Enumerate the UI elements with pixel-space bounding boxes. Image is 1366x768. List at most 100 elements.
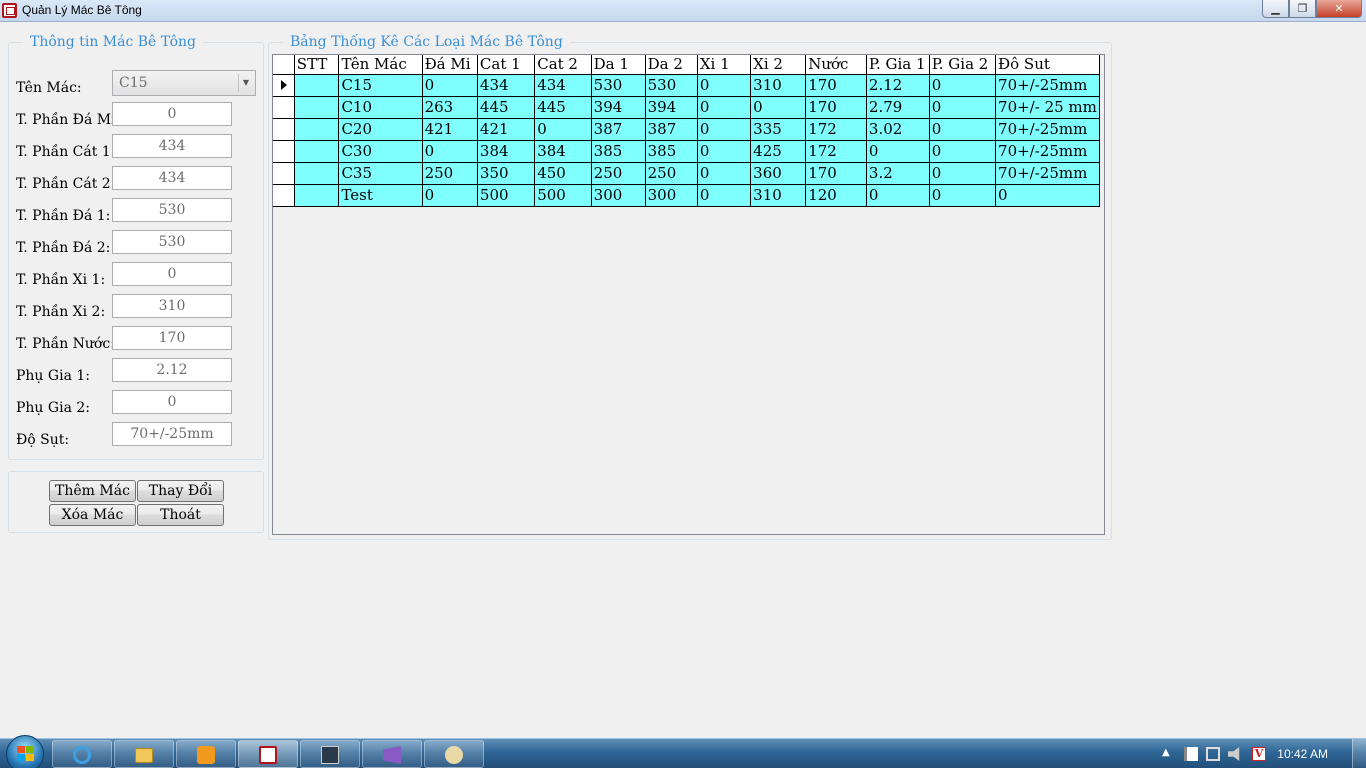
field-input[interactable]: 170 xyxy=(112,326,232,350)
taskbar-media-player[interactable] xyxy=(176,740,236,768)
table-cell[interactable]: 263 xyxy=(421,95,478,119)
table-row[interactable]: C20 421 421 0 387 387 0 335 172 3.02 0 70+/-25mm xyxy=(273,117,1104,141)
table-cell[interactable]: 425 xyxy=(750,139,807,163)
field-input[interactable]: 70+/-25mm xyxy=(112,422,232,446)
column-header[interactable]: P. Gia 2 xyxy=(928,55,997,75)
table-cell[interactable] xyxy=(293,161,340,185)
table-cell[interactable]: 0 xyxy=(928,95,997,119)
column-header[interactable]: Da 2 xyxy=(644,55,698,75)
table-row[interactable]: C30 0 384 384 385 385 0 425 172 0 0 70+/-25mm xyxy=(273,139,1104,163)
table-cell[interactable]: C20 xyxy=(338,117,423,141)
table-cell[interactable]: 250 xyxy=(644,161,698,185)
app-icon[interactable] xyxy=(2,3,17,18)
taskbar-visual-studio[interactable] xyxy=(362,740,422,768)
table-cell[interactable]: 387 xyxy=(590,117,646,141)
table-cell[interactable]: 500 xyxy=(476,183,536,207)
table-cell[interactable]: 0 xyxy=(928,161,997,185)
table-cell[interactable]: 394 xyxy=(644,95,698,119)
table-cell[interactable] xyxy=(293,117,340,141)
column-header[interactable]: Nước xyxy=(805,55,867,75)
table-cell[interactable]: 421 xyxy=(476,117,536,141)
table-cell[interactable]: 384 xyxy=(534,139,592,163)
action-center-flag-icon[interactable] xyxy=(1184,747,1198,761)
row-header[interactable] xyxy=(273,95,295,119)
table-cell[interactable]: 384 xyxy=(476,139,536,163)
column-header[interactable]: Xi 1 xyxy=(696,55,752,75)
column-header[interactable]: Đô Sut xyxy=(995,55,1100,75)
column-header[interactable]: Xi 2 xyxy=(750,55,807,75)
table-cell[interactable]: 300 xyxy=(644,183,698,207)
antivirus-icon[interactable]: V xyxy=(1252,747,1266,761)
table-cell[interactable]: 0 xyxy=(928,117,997,141)
table-cell[interactable]: 310 xyxy=(750,73,807,97)
field-input[interactable]: 434 xyxy=(112,134,232,158)
table-cell[interactable]: 387 xyxy=(644,117,698,141)
table-cell[interactable]: 0 xyxy=(995,183,1100,207)
close-button[interactable]: ✕ xyxy=(1316,0,1362,18)
table-cell[interactable]: 500 xyxy=(534,183,592,207)
ten-mac-combobox[interactable]: C15 ▼ xyxy=(112,70,256,96)
table-cell[interactable]: 70+/-25mm xyxy=(995,117,1100,141)
table-cell[interactable]: 250 xyxy=(590,161,646,185)
table-cell[interactable]: 360 xyxy=(750,161,807,185)
table-cell[interactable]: 250 xyxy=(421,161,478,185)
table-cell[interactable]: 0 xyxy=(750,95,807,119)
table-cell[interactable]: 350 xyxy=(476,161,536,185)
show-desktop-button[interactable] xyxy=(1352,739,1366,768)
column-header[interactable]: Da 1 xyxy=(590,55,646,75)
table-cell[interactable]: 0 xyxy=(696,95,752,119)
table-cell[interactable]: 450 xyxy=(534,161,592,185)
table-cell[interactable]: Test xyxy=(338,183,423,207)
table-cell[interactable] xyxy=(293,95,340,119)
table-cell[interactable]: 0 xyxy=(865,183,930,207)
field-input[interactable]: 434 xyxy=(112,166,232,190)
delete-mac-button[interactable]: Xóa Mác xyxy=(49,504,136,526)
maximize-button[interactable]: ❐ xyxy=(1289,0,1316,18)
network-icon[interactable] xyxy=(1206,747,1220,761)
table-cell[interactable]: 421 xyxy=(421,117,478,141)
minimize-button[interactable]: ▁ xyxy=(1262,0,1289,18)
table-cell[interactable]: 0 xyxy=(421,183,478,207)
show-hidden-icons-icon[interactable]: ▲ xyxy=(1162,747,1176,761)
row-header[interactable] xyxy=(273,73,295,97)
column-header[interactable]: STT xyxy=(293,55,340,75)
table-cell[interactable]: 172 xyxy=(805,117,867,141)
table-cell[interactable]: 3.02 xyxy=(865,117,930,141)
table-cell[interactable]: 394 xyxy=(590,95,646,119)
table-cell[interactable]: 530 xyxy=(644,73,698,97)
table-cell[interactable]: 120 xyxy=(805,183,867,207)
table-cell[interactable]: 445 xyxy=(534,95,592,119)
table-cell[interactable]: 530 xyxy=(590,73,646,97)
table-cell[interactable]: 0 xyxy=(696,73,752,97)
table-cell[interactable]: 0 xyxy=(928,73,997,97)
table-cell[interactable]: 70+/- 25 mm xyxy=(995,95,1100,119)
volume-muted-icon[interactable] xyxy=(1228,747,1240,761)
table-cell[interactable]: 172 xyxy=(805,139,867,163)
taskbar-explorer[interactable] xyxy=(114,740,174,768)
mac-data-grid[interactable]: STT Tên Mác Đá Mi Cat 1 Cat 2 Da 1 Da 2 Xi 1 Xi … xyxy=(272,54,1105,535)
table-cell[interactable]: C30 xyxy=(338,139,423,163)
column-header[interactable]: Tên Mác xyxy=(338,55,423,75)
table-cell[interactable]: 0 xyxy=(696,183,752,207)
field-input[interactable]: 310 xyxy=(112,294,232,318)
row-header[interactable] xyxy=(273,117,295,141)
start-button[interactable] xyxy=(6,735,44,768)
table-cell[interactable]: 70+/-25mm xyxy=(995,139,1100,163)
column-header[interactable]: Đá Mi xyxy=(421,55,478,75)
table-row[interactable]: C10 263 445 445 394 394 0 0 170 2.79 0 70+/- 25 mm xyxy=(273,95,1104,119)
row-header[interactable] xyxy=(273,161,295,185)
table-cell[interactable]: 385 xyxy=(644,139,698,163)
field-input[interactable]: 2.12 xyxy=(112,358,232,382)
table-cell[interactable]: 0 xyxy=(865,139,930,163)
row-header[interactable] xyxy=(273,139,295,163)
table-cell[interactable] xyxy=(293,73,340,97)
table-cell[interactable]: 0 xyxy=(421,139,478,163)
field-input[interactable]: 0 xyxy=(112,102,232,126)
field-input[interactable]: 530 xyxy=(112,230,232,254)
taskbar-paint[interactable] xyxy=(424,740,484,768)
edit-mac-button[interactable]: Thay Đổi xyxy=(137,480,224,502)
taskbar-tia[interactable] xyxy=(300,740,360,768)
table-cell[interactable]: 0 xyxy=(534,117,592,141)
table-cell[interactable]: 2.79 xyxy=(865,95,930,119)
table-cell[interactable]: 0 xyxy=(928,139,997,163)
